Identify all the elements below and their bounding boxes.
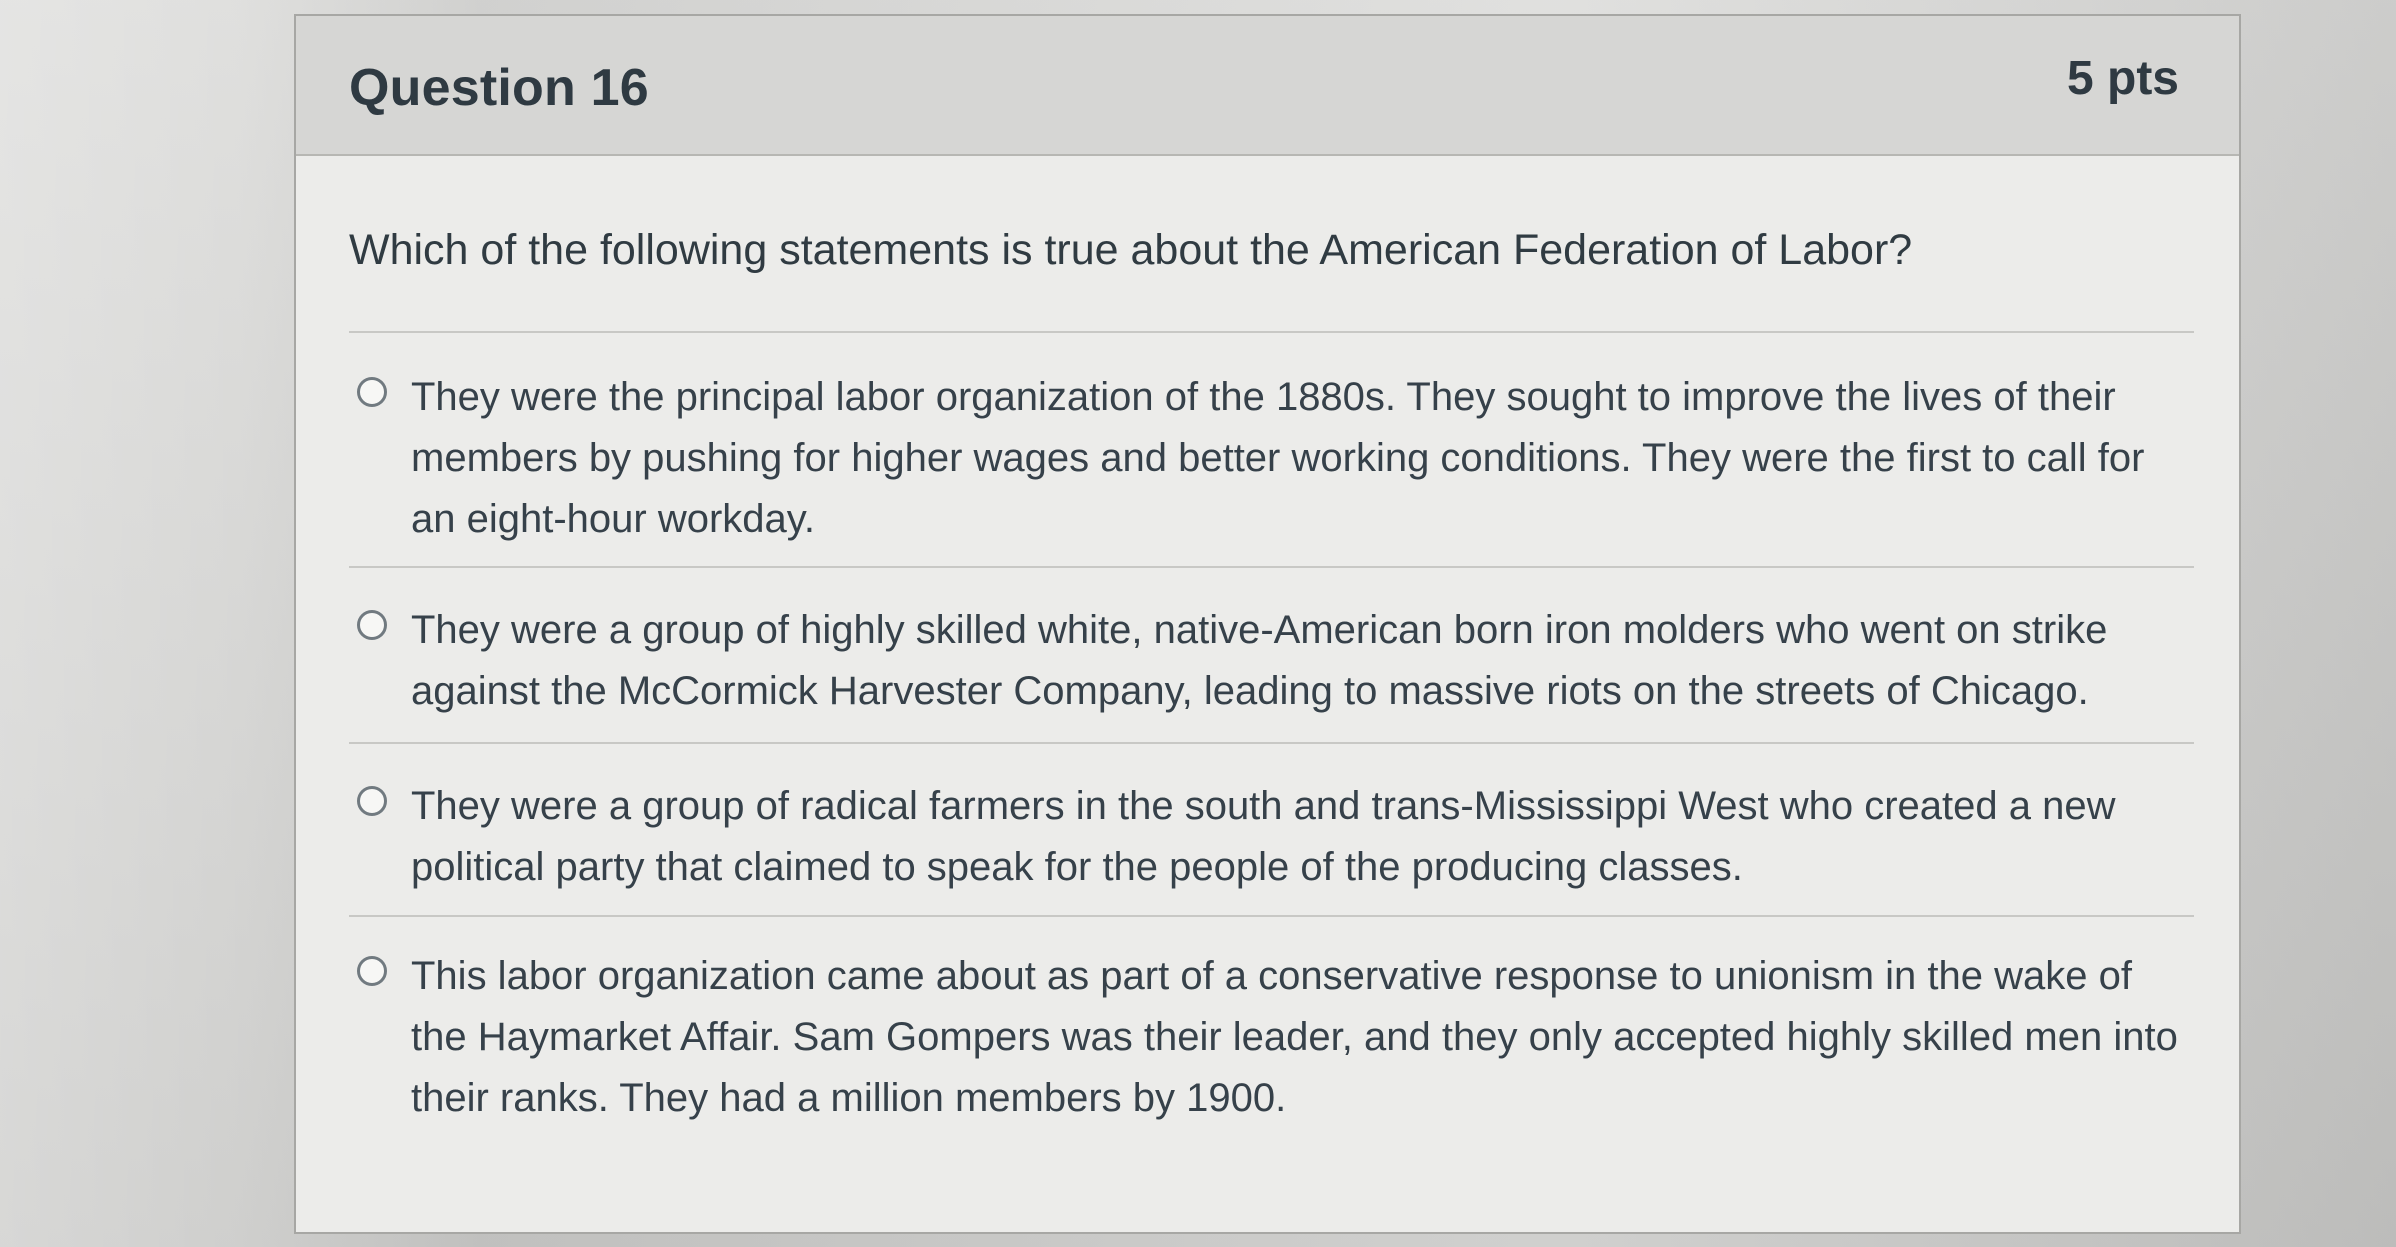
- answer-option-4-text: This labor organization came about as pa…: [411, 954, 2178, 1120]
- answer-options: They were the principal labor organizati…: [349, 333, 2194, 1131]
- question-title: Question 16: [349, 59, 649, 117]
- question-header: Question 16 5 pts: [296, 16, 2239, 156]
- answer-option-3-text: They were a group of radical farmers in …: [411, 784, 2116, 889]
- question-card: Question 16 5 pts Which of the following…: [294, 14, 2241, 1234]
- answer-option-2[interactable]: They were a group of highly skilled whit…: [349, 568, 2194, 744]
- answer-option-2-text: They were a group of highly skilled whit…: [411, 608, 2108, 713]
- answer-option-4[interactable]: This labor organization came about as pa…: [349, 917, 2194, 1131]
- radio-button-option-2[interactable]: [357, 610, 387, 640]
- radio-button-option-4[interactable]: [357, 956, 387, 986]
- radio-button-option-1[interactable]: [357, 377, 387, 407]
- question-points: 5 pts: [2066, 52, 2179, 105]
- question-body: Which of the following statements is tru…: [349, 221, 2194, 1131]
- question-prompt: Which of the following statements is tru…: [349, 226, 1913, 274]
- radio-button-option-3[interactable]: [357, 786, 387, 816]
- answer-option-1[interactable]: They were the principal labor organizati…: [349, 333, 2194, 568]
- answer-option-3[interactable]: They were a group of radical farmers in …: [349, 744, 2194, 917]
- answer-option-1-text: They were the principal labor organizati…: [411, 375, 2145, 541]
